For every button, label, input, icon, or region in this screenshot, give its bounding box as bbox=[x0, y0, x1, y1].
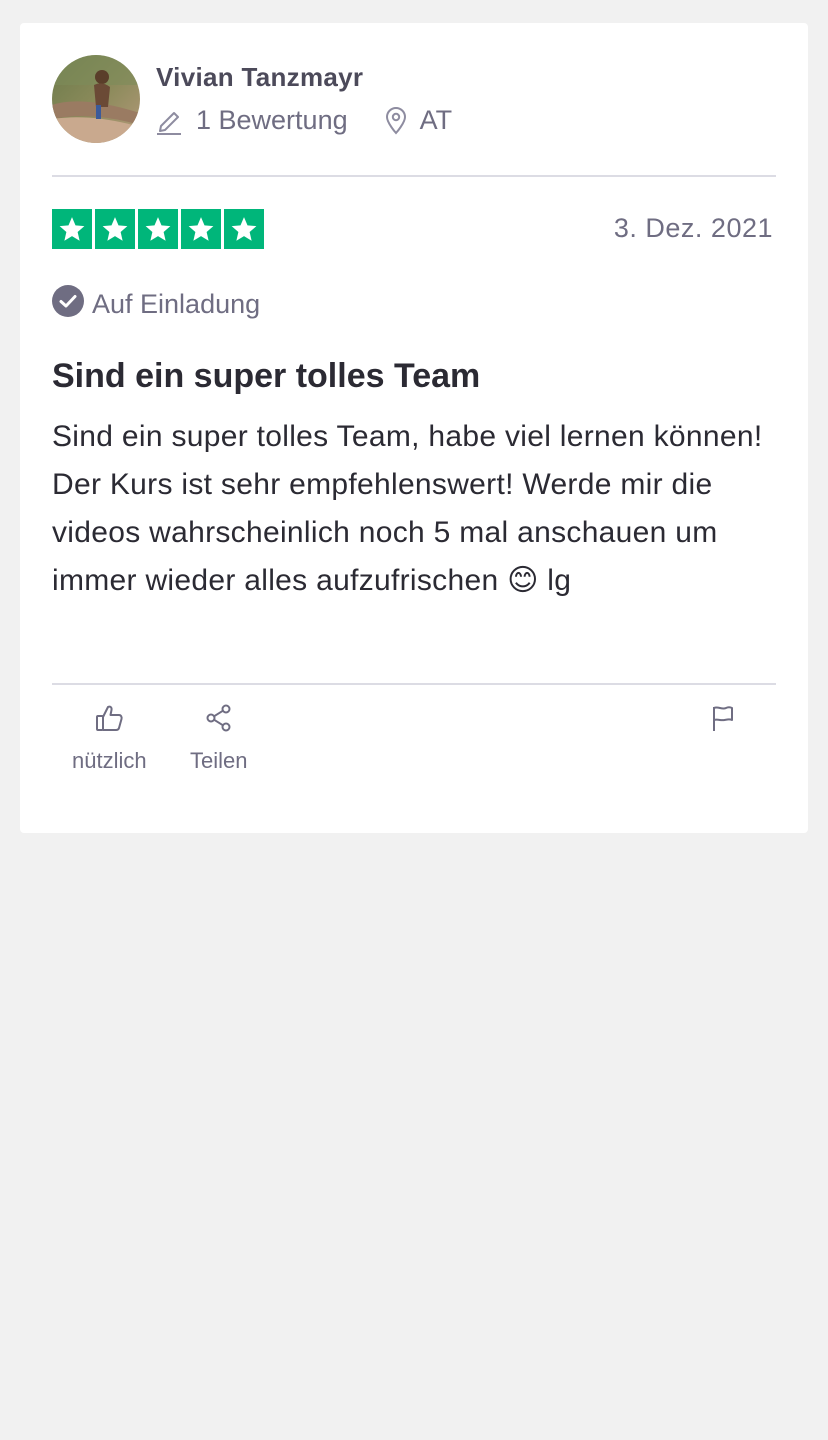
useful-button[interactable]: nützlich bbox=[72, 703, 147, 774]
header-divider bbox=[52, 175, 776, 177]
reviewer-name[interactable]: Vivian Tanzmayr bbox=[156, 62, 363, 93]
pencil-icon bbox=[156, 107, 182, 135]
reviewer-header: Vivian Tanzmayr 1 Bewertung AT bbox=[52, 55, 776, 175]
star-icon bbox=[181, 209, 221, 249]
location-pin-icon bbox=[384, 106, 408, 135]
useful-label: nützlich bbox=[72, 748, 147, 773]
verification-label[interactable]: Auf Einladung bbox=[52, 285, 260, 324]
thumbs-up-icon bbox=[94, 703, 124, 738]
review-date: 3. Dez. 2021 bbox=[613, 213, 773, 243]
review-actions: nützlich Teilen bbox=[20, 703, 808, 803]
star-icon bbox=[95, 209, 135, 249]
share-icon bbox=[204, 703, 234, 738]
reviewer-meta: 1 Bewertung AT bbox=[156, 105, 452, 136]
star-icon bbox=[224, 209, 264, 249]
report-button[interactable] bbox=[708, 703, 738, 738]
check-circle-icon bbox=[52, 285, 84, 324]
footer-divider bbox=[52, 683, 776, 685]
star-rating bbox=[52, 209, 264, 249]
star-icon bbox=[138, 209, 178, 249]
star-icon bbox=[52, 209, 92, 249]
review-title: Sind ein super tolles Team bbox=[52, 357, 481, 395]
avatar[interactable] bbox=[52, 55, 140, 143]
review-body: Sind ein super tolles Team, habe viel le… bbox=[52, 420, 763, 597]
share-label: Teilen bbox=[190, 748, 248, 773]
reviews-count: 1 Bewertung bbox=[196, 105, 348, 135]
reviewer-country: AT bbox=[419, 105, 453, 135]
share-button[interactable]: Teilen bbox=[190, 703, 247, 774]
review-card: Vivian Tanzmayr 1 Bewertung AT 3. Dez. 2… bbox=[20, 23, 808, 833]
flag-icon bbox=[708, 703, 738, 738]
verification-text: Auf Einladung bbox=[92, 289, 261, 319]
